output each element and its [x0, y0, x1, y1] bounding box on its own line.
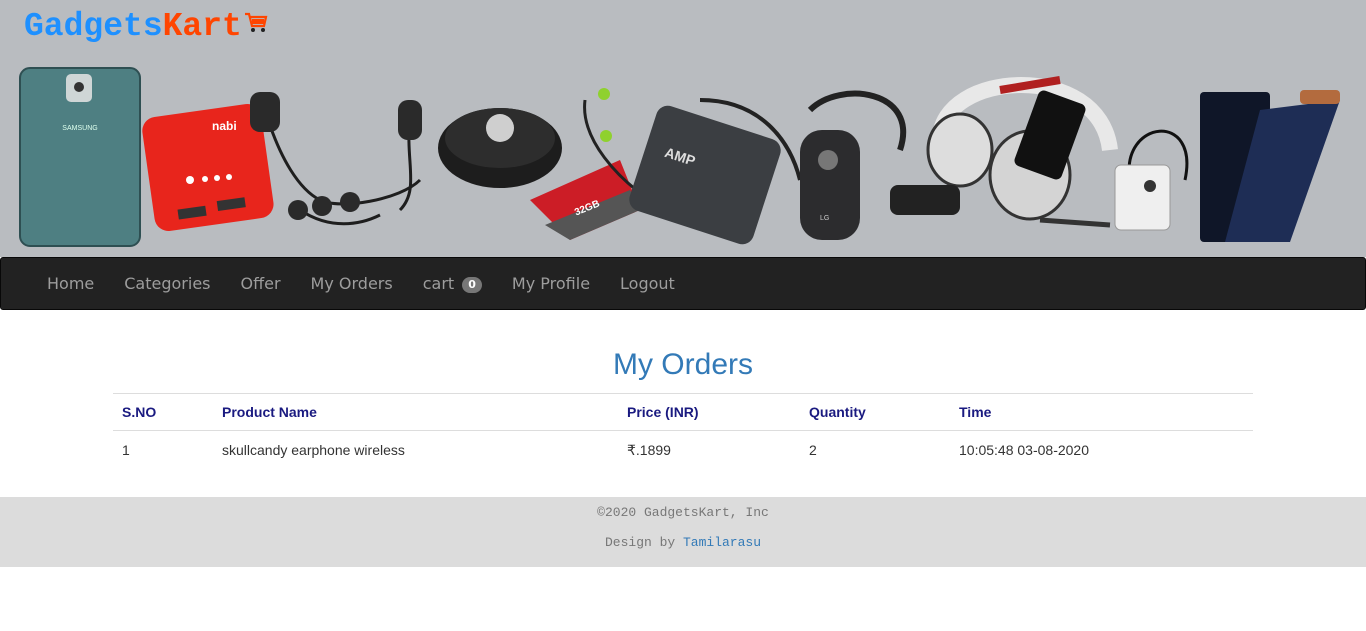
cell-product-name: skullcandy earphone wireless — [222, 442, 405, 458]
nav-my-orders-link[interactable]: My Orders — [296, 258, 408, 309]
table-header-row: S.NO Product Name Price (INR) Quantity T… — [113, 393, 1253, 431]
cell-price: ₹.1899 — [627, 441, 671, 458]
brand-part-kart: Kart — [162, 8, 242, 46]
column-header-price: Price (INR) — [618, 393, 800, 431]
designer-link[interactable]: Tamilarasu — [683, 535, 761, 550]
phone-brand-label: SAMSUNG — [62, 125, 97, 132]
orders-table: S.NO Product Name Price (INR) Quantity T… — [113, 393, 1253, 469]
main-navbar: Home Categories Offer My Orders cart 0 M… — [0, 257, 1366, 310]
nav-cart-link[interactable]: cart 0 — [408, 258, 497, 309]
bluetooth-headset-graphic: LG — [800, 90, 906, 240]
shopping-cart-icon — [244, 8, 268, 45]
footer-credit: Design by Tamilarasu — [0, 535, 1366, 550]
footer-design-prefix: Design by — [604, 535, 683, 550]
cell-quantity: 2 — [809, 442, 817, 458]
nav-cart-label: cart — [422, 274, 455, 293]
nav-home-link[interactable]: Home — [32, 258, 109, 309]
site-footer: ©2020 GadgetsKart, Inc Design by Tamilar… — [0, 497, 1366, 567]
powerbank-brand-label: nabi — [212, 119, 237, 133]
phone-graphic: SAMSUNG — [19, 67, 141, 247]
nav-categories-link[interactable]: Categories — [109, 258, 225, 309]
site-header: GadgetsKart SAMSUNG nabi 32GB AMP LG — [0, 0, 1366, 257]
flip-case-phone-graphic — [1200, 90, 1340, 242]
column-header-quantity: Quantity — [800, 393, 950, 431]
page-title: My Orders — [612, 348, 753, 381]
headphones-graphic — [890, 76, 1118, 228]
charger-graphic: AMP — [629, 98, 802, 245]
column-header-product-name: Product Name — [213, 393, 618, 431]
nav-list: Home Categories Offer My Orders cart 0 M… — [1, 258, 1365, 309]
nav-offer-link[interactable]: Offer — [226, 258, 296, 309]
headset-brand-label: LG — [820, 215, 829, 222]
footer-copyright: ©2020 GadgetsKart, Inc — [597, 505, 769, 520]
nav-my-profile-link[interactable]: My Profile — [497, 258, 605, 309]
column-header-time: Time — [950, 393, 1253, 431]
gadgets-banner-image: SAMSUNG nabi 32GB AMP LG — [19, 67, 1340, 247]
cart-count-badge: 0 — [462, 276, 482, 293]
brand-part-gadgets: Gadgets — [24, 8, 163, 46]
mp3-player-graphic — [1114, 129, 1189, 231]
nav-logout-link[interactable]: Logout — [605, 258, 690, 309]
column-header-sno: S.NO — [113, 393, 213, 431]
table-row: 1 skullcandy earphone wireless ₹.1899 2 … — [113, 431, 1253, 470]
brand-logo[interactable]: GadgetsKart — [24, 8, 268, 45]
cell-time: 10:05:48 03-08-2020 — [959, 442, 1089, 458]
cell-sno: 1 — [122, 442, 130, 458]
